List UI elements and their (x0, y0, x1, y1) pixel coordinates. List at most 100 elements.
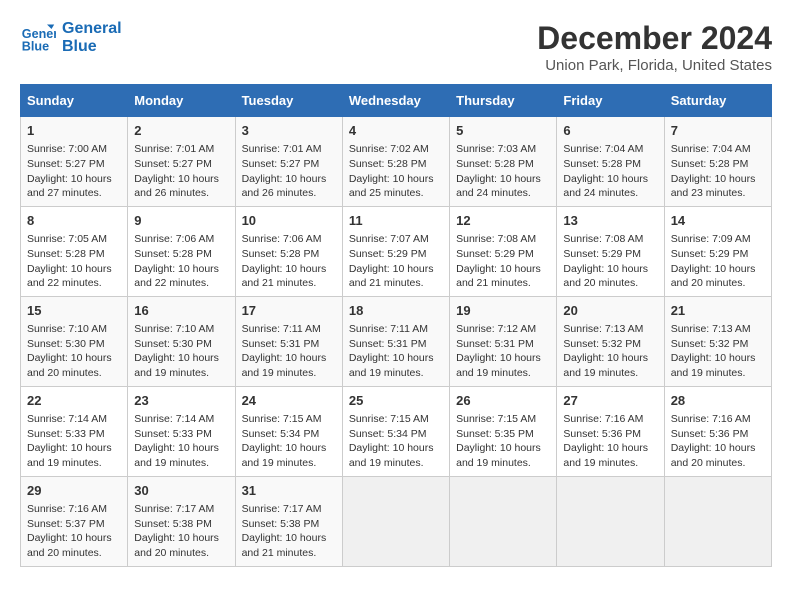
calendar-cell: 2 Sunrise: 7:01 AM Sunset: 5:27 PM Daylig… (128, 117, 235, 207)
day-info: Sunrise: 7:04 AM Sunset: 5:28 PM Dayligh… (671, 142, 765, 201)
day-number: 7 (671, 122, 765, 140)
weekday-header-saturday: Saturday (664, 85, 771, 117)
logo-line2: Blue (62, 38, 122, 56)
calendar-cell: 16 Sunrise: 7:10 AM Sunset: 5:30 PM Dayli… (128, 296, 235, 386)
logo: General Blue General Blue (20, 20, 122, 56)
calendar-cell: 9Sunrise: 7:06 AM Sunset: 5:28 PM Daylig… (128, 206, 235, 296)
day-info: Sunrise: 7:00 AM Sunset: 5:27 PM Dayligh… (27, 142, 121, 201)
day-number: 19 (456, 302, 550, 320)
weekday-header-sunday: Sunday (21, 85, 128, 117)
day-number: 29 (27, 482, 121, 500)
day-number: 5 (456, 122, 550, 140)
day-info: Sunrise: 7:15 AM Sunset: 5:35 PM Dayligh… (456, 412, 550, 471)
day-info: Sunrise: 7:17 AM Sunset: 5:38 PM Dayligh… (242, 502, 336, 561)
weekday-header-friday: Friday (557, 85, 664, 117)
main-title: December 2024 (537, 20, 772, 57)
day-info: Sunrise: 7:01 AM Sunset: 5:27 PM Dayligh… (134, 142, 228, 201)
day-number: 24 (242, 392, 336, 410)
day-info: Sunrise: 7:14 AM Sunset: 5:33 PM Dayligh… (134, 412, 228, 471)
calendar-cell: 29 Sunrise: 7:16 AM Sunset: 5:37 PM Dayli… (21, 476, 128, 566)
title-area: December 2024 Union Park, Florida, Unite… (537, 20, 772, 74)
calendar-cell: 28Sunrise: 7:16 AM Sunset: 5:36 PM Dayli… (664, 386, 771, 476)
day-info: Sunrise: 7:08 AM Sunset: 5:29 PM Dayligh… (563, 232, 657, 291)
day-info: Sunrise: 7:17 AM Sunset: 5:38 PM Dayligh… (134, 502, 228, 561)
calendar-cell: 4Sunrise: 7:02 AM Sunset: 5:28 PM Daylig… (342, 117, 449, 207)
day-number: 8 (27, 212, 121, 230)
logo-icon: General Blue (20, 20, 56, 56)
day-number: 13 (563, 212, 657, 230)
day-number: 11 (349, 212, 443, 230)
day-number: 1 (27, 122, 121, 140)
day-number: 23 (134, 392, 228, 410)
week-row-1: 1 Sunrise: 7:00 AM Sunset: 5:27 PM Daylig… (21, 117, 772, 207)
day-number: 18 (349, 302, 443, 320)
day-info: Sunrise: 7:16 AM Sunset: 5:36 PM Dayligh… (563, 412, 657, 471)
calendar-cell: 6 Sunrise: 7:04 AM Sunset: 5:28 PM Daylig… (557, 117, 664, 207)
day-number: 3 (242, 122, 336, 140)
day-number: 14 (671, 212, 765, 230)
calendar-cell: 12 Sunrise: 7:08 AM Sunset: 5:29 PM Dayli… (450, 206, 557, 296)
day-info: Sunrise: 7:11 AM Sunset: 5:31 PM Dayligh… (349, 322, 443, 381)
weekday-header-wednesday: Wednesday (342, 85, 449, 117)
day-info: Sunrise: 7:13 AM Sunset: 5:32 PM Dayligh… (563, 322, 657, 381)
header: General Blue General Blue December 2024 … (20, 20, 772, 74)
day-info: Sunrise: 7:07 AM Sunset: 5:29 PM Dayligh… (349, 232, 443, 291)
calendar-cell: 14Sunrise: 7:09 AM Sunset: 5:29 PM Dayli… (664, 206, 771, 296)
calendar-cell: 25 Sunrise: 7:15 AM Sunset: 5:34 PM Dayli… (342, 386, 449, 476)
day-info: Sunrise: 7:05 AM Sunset: 5:28 PM Dayligh… (27, 232, 121, 291)
calendar-cell (450, 476, 557, 566)
calendar-cell: 21Sunrise: 7:13 AM Sunset: 5:32 PM Dayli… (664, 296, 771, 386)
day-number: 30 (134, 482, 228, 500)
day-number: 25 (349, 392, 443, 410)
day-info: Sunrise: 7:06 AM Sunset: 5:28 PM Dayligh… (242, 232, 336, 291)
calendar-cell: 11 Sunrise: 7:07 AM Sunset: 5:29 PM Dayli… (342, 206, 449, 296)
calendar-cell: 17 Sunrise: 7:11 AM Sunset: 5:31 PM Dayli… (235, 296, 342, 386)
day-info: Sunrise: 7:13 AM Sunset: 5:32 PM Dayligh… (671, 322, 765, 381)
day-number: 16 (134, 302, 228, 320)
logo-line1: General (62, 20, 122, 38)
calendar-cell: 19Sunrise: 7:12 AM Sunset: 5:31 PM Dayli… (450, 296, 557, 386)
week-row-5: 29 Sunrise: 7:16 AM Sunset: 5:37 PM Dayli… (21, 476, 772, 566)
day-info: Sunrise: 7:06 AM Sunset: 5:28 PM Dayligh… (134, 232, 228, 291)
day-info: Sunrise: 7:16 AM Sunset: 5:37 PM Dayligh… (27, 502, 121, 561)
subtitle: Union Park, Florida, United States (537, 57, 772, 74)
calendar-cell: 7 Sunrise: 7:04 AM Sunset: 5:28 PM Daylig… (664, 117, 771, 207)
calendar-cell: 24 Sunrise: 7:15 AM Sunset: 5:34 PM Dayli… (235, 386, 342, 476)
calendar-cell: 3Sunrise: 7:01 AM Sunset: 5:27 PM Daylig… (235, 117, 342, 207)
day-number: 20 (563, 302, 657, 320)
week-row-4: 22Sunrise: 7:14 AM Sunset: 5:33 PM Dayli… (21, 386, 772, 476)
day-number: 10 (242, 212, 336, 230)
calendar-cell (557, 476, 664, 566)
weekday-header-monday: Monday (128, 85, 235, 117)
week-row-3: 15 Sunrise: 7:10 AM Sunset: 5:30 PM Dayli… (21, 296, 772, 386)
day-info: Sunrise: 7:11 AM Sunset: 5:31 PM Dayligh… (242, 322, 336, 381)
day-number: 6 (563, 122, 657, 140)
calendar-cell: 27 Sunrise: 7:16 AM Sunset: 5:36 PM Dayli… (557, 386, 664, 476)
weekday-header-thursday: Thursday (450, 85, 557, 117)
week-row-2: 8 Sunrise: 7:05 AM Sunset: 5:28 PM Daylig… (21, 206, 772, 296)
calendar-cell: 23 Sunrise: 7:14 AM Sunset: 5:33 PM Dayli… (128, 386, 235, 476)
day-info: Sunrise: 7:10 AM Sunset: 5:30 PM Dayligh… (134, 322, 228, 381)
day-number: 27 (563, 392, 657, 410)
day-info: Sunrise: 7:15 AM Sunset: 5:34 PM Dayligh… (242, 412, 336, 471)
calendar-cell: 30 Sunrise: 7:17 AM Sunset: 5:38 PM Dayli… (128, 476, 235, 566)
day-number: 17 (242, 302, 336, 320)
day-number: 2 (134, 122, 228, 140)
day-info: Sunrise: 7:10 AM Sunset: 5:30 PM Dayligh… (27, 322, 121, 381)
calendar-cell: 13 Sunrise: 7:08 AM Sunset: 5:29 PM Dayli… (557, 206, 664, 296)
calendar-body: 1 Sunrise: 7:00 AM Sunset: 5:27 PM Daylig… (21, 117, 772, 567)
day-info: Sunrise: 7:16 AM Sunset: 5:36 PM Dayligh… (671, 412, 765, 471)
calendar-cell: 31Sunrise: 7:17 AM Sunset: 5:38 PM Dayli… (235, 476, 342, 566)
calendar-table: SundayMondayTuesdayWednesdayThursdayFrid… (20, 84, 772, 567)
day-info: Sunrise: 7:03 AM Sunset: 5:28 PM Dayligh… (456, 142, 550, 201)
calendar-cell: 15 Sunrise: 7:10 AM Sunset: 5:30 PM Dayli… (21, 296, 128, 386)
day-info: Sunrise: 7:08 AM Sunset: 5:29 PM Dayligh… (456, 232, 550, 291)
day-info: Sunrise: 7:04 AM Sunset: 5:28 PM Dayligh… (563, 142, 657, 201)
day-info: Sunrise: 7:02 AM Sunset: 5:28 PM Dayligh… (349, 142, 443, 201)
day-number: 26 (456, 392, 550, 410)
day-number: 15 (27, 302, 121, 320)
calendar-cell: 10 Sunrise: 7:06 AM Sunset: 5:28 PM Dayli… (235, 206, 342, 296)
day-info: Sunrise: 7:15 AM Sunset: 5:34 PM Dayligh… (349, 412, 443, 471)
day-number: 12 (456, 212, 550, 230)
calendar-header: SundayMondayTuesdayWednesdayThursdayFrid… (21, 85, 772, 117)
